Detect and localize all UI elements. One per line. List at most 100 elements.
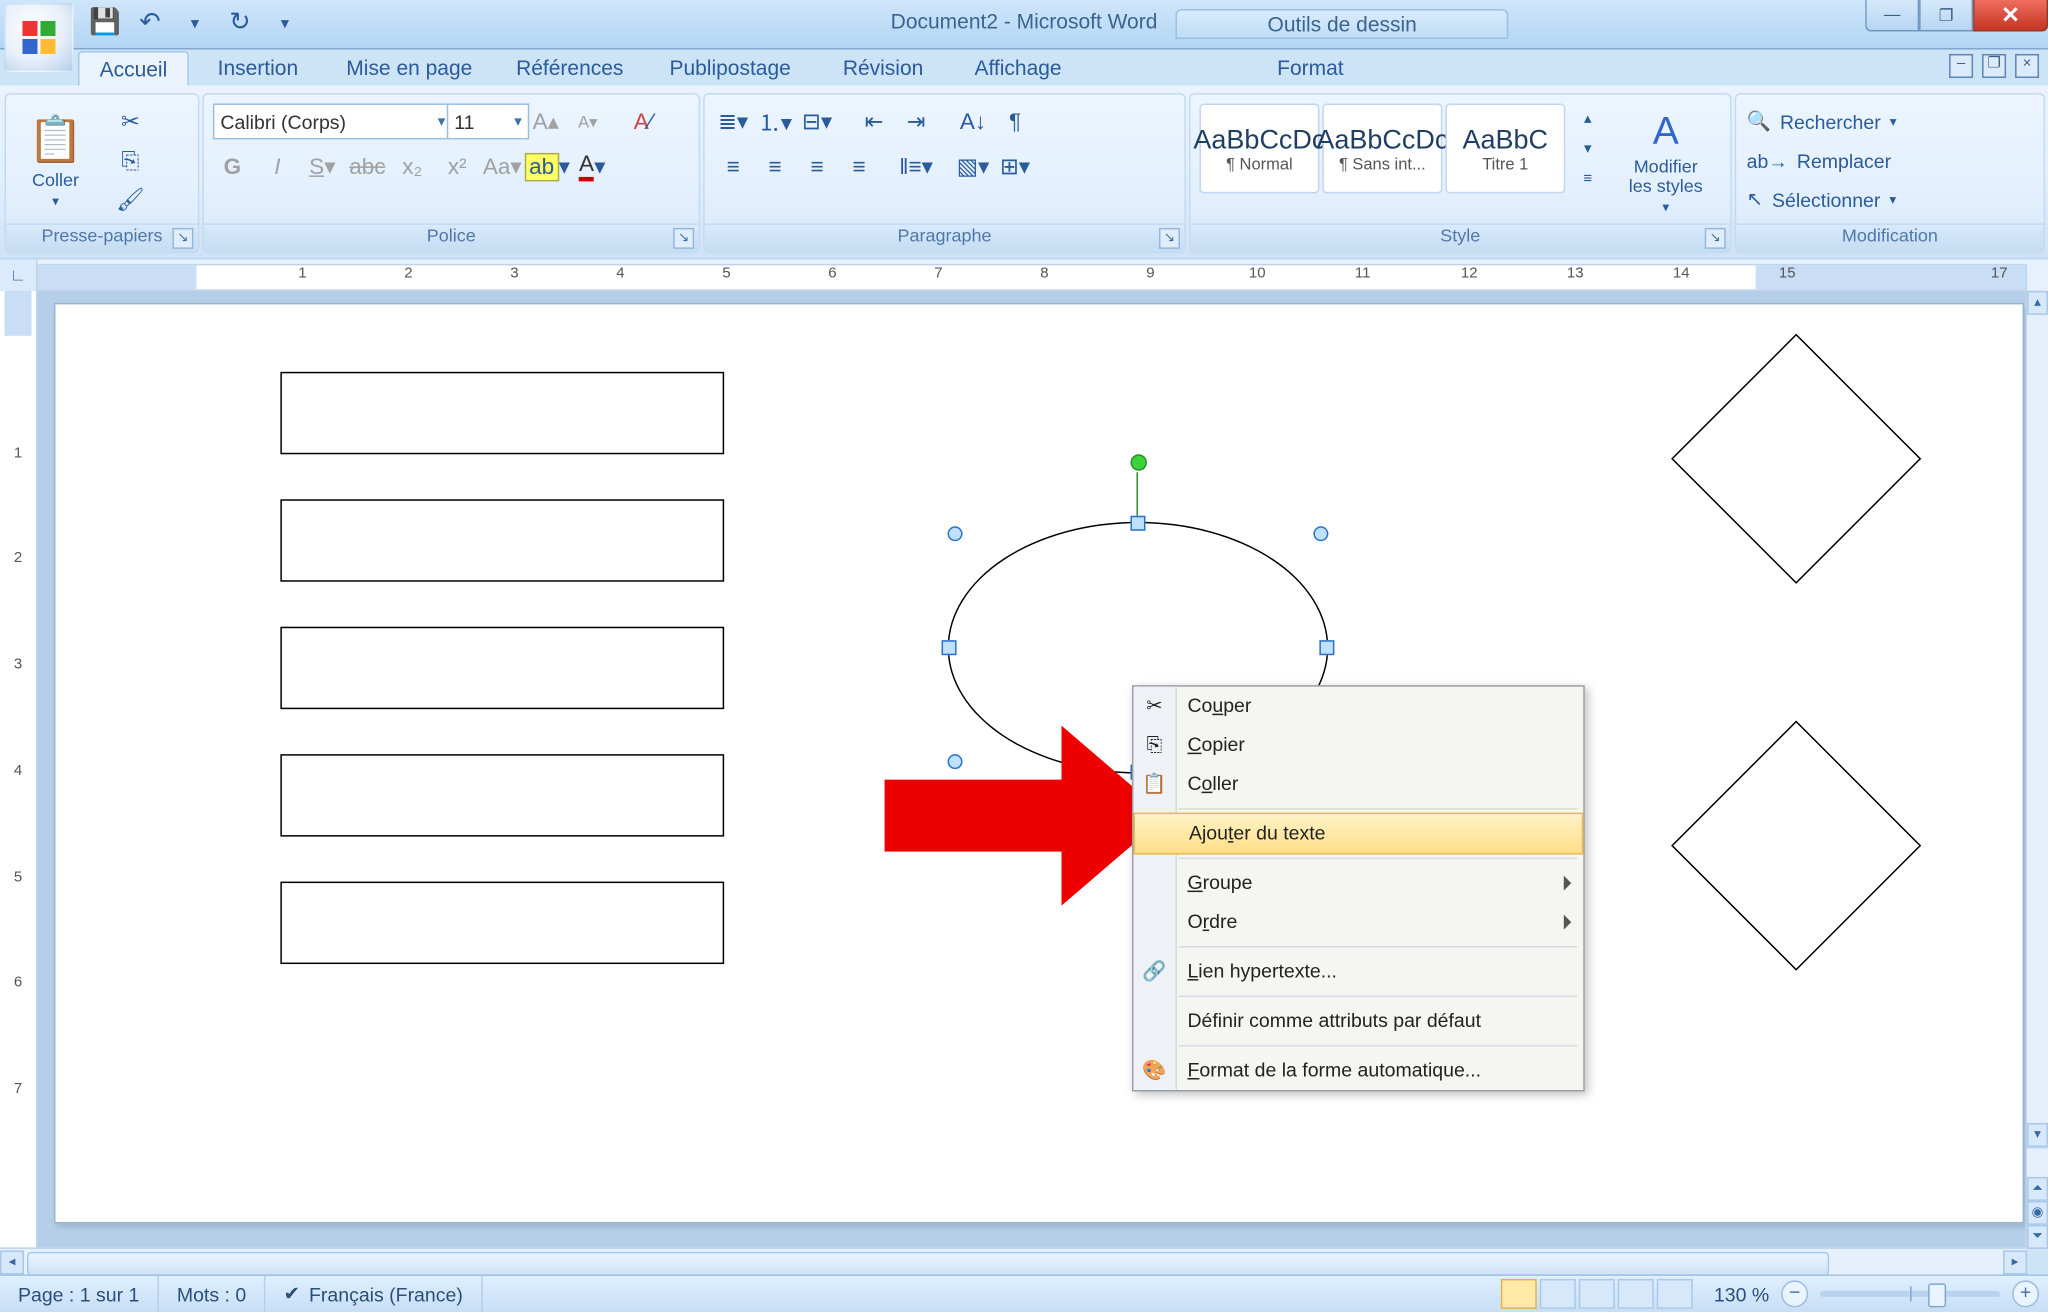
styles-scroll-down[interactable]: ▾ [1568, 133, 1607, 163]
tab-références[interactable]: Références [501, 51, 639, 85]
tab-mise-en-page[interactable]: Mise en page [330, 51, 489, 85]
strikethrough-button[interactable]: abc [348, 148, 387, 184]
increase-indent-button[interactable]: ⇥ [897, 103, 936, 139]
view-outline[interactable] [1618, 1279, 1654, 1309]
subscript-button[interactable]: x₂ [393, 148, 432, 184]
tab-révision[interactable]: Révision [822, 51, 945, 85]
resize-handle[interactable] [948, 526, 963, 541]
close-button[interactable]: ✕ [1973, 0, 2048, 31]
horizontal-ruler[interactable]: ∟ 1234567891011121314151718 [0, 258, 2048, 294]
minimize-button[interactable]: — [1865, 0, 1919, 31]
menu-item-ajouter-du-texte[interactable]: Ajouter du texte [1133, 813, 1583, 855]
menu-item-couper[interactable]: ✂Couper [1133, 687, 1583, 726]
show-marks-button[interactable]: ¶ [996, 103, 1035, 139]
font-name-combo[interactable]: Calibri (Corps)▾ [213, 103, 453, 139]
borders-button[interactable]: ⊞▾ [996, 148, 1035, 184]
shape-diamond[interactable] [1675, 724, 1915, 964]
maximize-button[interactable]: ❐ [1919, 0, 1973, 31]
resize-handle[interactable] [1319, 640, 1334, 655]
menu-item-d-finir-comme-attributs-par-d-faut[interactable]: Définir comme attributs par défaut [1133, 1002, 1583, 1041]
change-case-button[interactable]: Aa▾ [483, 148, 522, 184]
style-item[interactable]: AaBbCcDc¶ Normal [1199, 103, 1319, 193]
align-left-button[interactable]: ≡ [714, 148, 753, 184]
styles-expand[interactable]: ≡ [1568, 163, 1607, 193]
resize-handle[interactable] [1130, 516, 1145, 531]
decrease-indent-button[interactable]: ⇤ [855, 103, 894, 139]
find-button[interactable]: 🔍Rechercher▾ [1745, 103, 1898, 139]
tab-publipostage[interactable]: Publipostage [651, 51, 810, 85]
next-page-button[interactable]: ⏷ [2027, 1225, 2048, 1249]
justify-button[interactable]: ≡ [840, 148, 879, 184]
undo-icon[interactable]: ↶ [135, 7, 165, 37]
view-web-layout[interactable] [1579, 1279, 1615, 1309]
vertical-scrollbar[interactable]: ▴ ▾ ⏶ ◉ ⏷ [2026, 291, 2048, 1249]
change-styles-button[interactable]: A Modifier les styles ▾ [1607, 100, 1724, 223]
clipboard-dialog-launcher[interactable]: ↘ [172, 228, 193, 249]
browse-object-button[interactable]: ◉ [2027, 1201, 2048, 1225]
shape-rectangle[interactable] [280, 754, 724, 836]
save-icon[interactable]: 💾 [90, 7, 120, 37]
style-item[interactable]: AaBbCcDc¶ Sans int... [1322, 103, 1442, 193]
paragraph-dialog-launcher[interactable]: ↘ [1159, 228, 1180, 249]
view-full-screen[interactable] [1540, 1279, 1576, 1309]
font-dialog-launcher[interactable]: ↘ [673, 228, 694, 249]
scroll-thumb[interactable] [27, 1252, 1829, 1276]
resize-handle[interactable] [1313, 526, 1328, 541]
zoom-in-button[interactable]: + [2012, 1280, 2039, 1307]
menu-item-coller[interactable]: 📋Coller [1133, 765, 1583, 804]
paste-button[interactable]: 📋 Coller ▾ [12, 100, 99, 223]
qat-customize-icon[interactable]: ▾ [270, 7, 300, 37]
bold-button[interactable]: G [213, 148, 252, 184]
resize-handle[interactable] [948, 754, 963, 769]
doc-restore-button[interactable]: ❐ [1982, 54, 2006, 78]
select-button[interactable]: ↖Sélectionner▾ [1745, 181, 1898, 217]
superscript-button[interactable]: x² [438, 148, 477, 184]
menu-item-ordre[interactable]: Ordre [1133, 903, 1583, 942]
shrink-font-button[interactable]: A▾ [568, 103, 607, 139]
shape-rectangle[interactable] [280, 882, 724, 964]
shape-rectangle[interactable] [280, 627, 724, 709]
style-item[interactable]: AaBbCTitre 1 [1445, 103, 1565, 193]
scroll-up-button[interactable]: ▴ [2027, 291, 2048, 315]
menu-item-groupe[interactable]: Groupe [1133, 864, 1583, 903]
multilevel-list-button[interactable]: ⊟▾ [798, 103, 837, 139]
styles-scroll-up[interactable]: ▴ [1568, 103, 1607, 133]
tab-selector[interactable]: ∟ [0, 259, 37, 292]
document-page[interactable] [54, 303, 2024, 1224]
shape-rectangle[interactable] [280, 499, 724, 581]
tab-insertion[interactable]: Insertion [198, 51, 318, 85]
menu-item-lien-hypertexte[interactable]: 🔗Lien hypertexte... [1133, 952, 1583, 991]
highlight-button[interactable]: ab▾ [528, 148, 567, 184]
cut-button[interactable]: ✂ [111, 103, 150, 139]
view-print-layout[interactable] [1501, 1279, 1537, 1309]
vertical-ruler[interactable]: 1234567 [0, 291, 37, 1249]
zoom-out-button[interactable]: − [1781, 1280, 1808, 1307]
tab-format[interactable]: Format [1256, 51, 1364, 85]
align-right-button[interactable]: ≡ [798, 148, 837, 184]
office-button[interactable] [4, 3, 73, 72]
line-spacing-button[interactable]: ‖≡▾ [897, 148, 936, 184]
sort-button[interactable]: A↓ [954, 103, 993, 139]
shape-rectangle[interactable] [280, 372, 724, 454]
font-size-combo[interactable]: 11▾ [447, 103, 529, 139]
scroll-left-button[interactable]: ◂ [0, 1250, 24, 1274]
status-page[interactable]: Page : 1 sur 1 [0, 1276, 159, 1312]
shading-button[interactable]: ▧▾ [954, 148, 993, 184]
scroll-right-button[interactable]: ▸ [2003, 1250, 2027, 1274]
redo-icon[interactable]: ↻ [225, 7, 255, 37]
tab-accueil[interactable]: Accueil [78, 51, 189, 88]
underline-button[interactable]: S▾ [303, 148, 342, 184]
numbering-button[interactable]: ⒈▾ [756, 103, 795, 139]
rotate-handle[interactable] [1130, 454, 1146, 470]
status-language[interactable]: ✔ Français (France) [266, 1276, 483, 1312]
undo-dropdown-icon[interactable]: ▾ [180, 7, 210, 37]
prev-page-button[interactable]: ⏶ [2027, 1177, 2048, 1201]
copy-button[interactable]: ⎘ [111, 142, 150, 178]
format-painter-button[interactable]: 🖌 [111, 181, 150, 217]
resize-handle[interactable] [942, 640, 957, 655]
menu-item-copier[interactable]: ⎘Copier [1133, 726, 1583, 765]
zoom-value[interactable]: 130 % [1714, 1283, 1769, 1305]
italic-button[interactable]: I [258, 148, 297, 184]
zoom-slider[interactable] [1820, 1291, 2000, 1297]
tab-affichage[interactable]: Affichage [957, 51, 1080, 85]
